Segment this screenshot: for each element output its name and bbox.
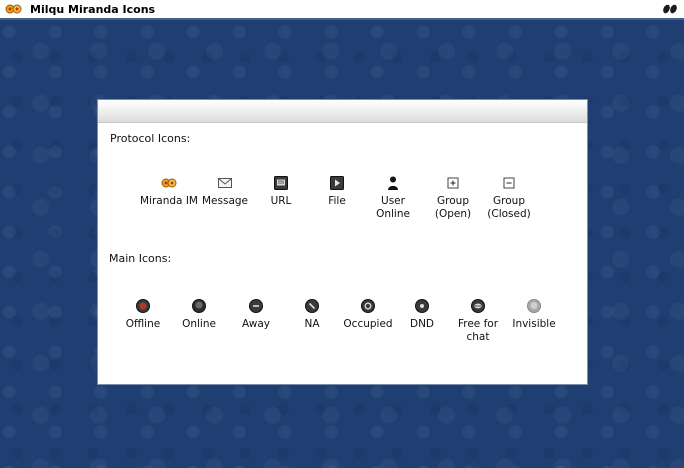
away-status-icon (249, 299, 263, 313)
icon-label: File (328, 195, 346, 207)
protocol-icon-file: File (307, 175, 367, 208)
icon-label: Invisible (512, 318, 556, 330)
window-control-icon[interactable] (662, 4, 678, 14)
miranda-logo-icon (5, 4, 22, 14)
na-status-icon (305, 299, 319, 313)
status-icon-occupied: Occupied (338, 298, 398, 331)
icon-label: DND (409, 318, 435, 330)
user-icon (388, 176, 398, 190)
envelope-icon (218, 178, 232, 188)
status-icon-na: NA (282, 298, 342, 331)
status-icon-invisible: Invisible (504, 298, 564, 331)
invisible-status-icon (527, 299, 541, 313)
status-icon-online: Online (169, 298, 229, 331)
status-icon-offline: Offline (113, 298, 173, 331)
url-icon (274, 176, 288, 190)
protocol-icon-group-closed: Group (Closed) (479, 175, 539, 221)
offline-status-icon (136, 299, 150, 313)
occupied-status-icon (361, 299, 375, 313)
protocol-icon-user-online: User Online (363, 175, 423, 221)
status-icon-dnd: DND (392, 298, 452, 331)
miranda-logo-icon (161, 178, 177, 188)
icon-label: Group (Open) (434, 195, 472, 220)
title-bar: Milqu Miranda Icons (0, 0, 684, 20)
panel-header (98, 100, 587, 123)
status-icon-free-for-chat: Free for chat (448, 298, 508, 344)
file-icon (330, 176, 344, 190)
icon-label: URL (270, 195, 292, 207)
icon-label: Miranda IM (140, 195, 198, 207)
online-status-icon (192, 299, 206, 313)
icon-label: Free for chat (457, 318, 499, 343)
icon-label: Occupied (343, 318, 393, 330)
icon-label: Message (201, 195, 249, 207)
icon-label: Online (182, 318, 216, 330)
main-icons-heading: Main Icons: (109, 252, 172, 265)
protocol-icon-message: Message (195, 175, 255, 208)
window-title: Milqu Miranda Icons (30, 3, 156, 16)
protocol-icon-url: URL (251, 175, 311, 208)
group-open-icon (447, 177, 459, 189)
icon-label: Offline (125, 318, 161, 330)
icon-label: NA (304, 318, 320, 330)
status-icon-away: Away (226, 298, 286, 331)
protocol-icon-miranda-im: Miranda IM (139, 175, 199, 208)
icon-label: Group (Closed) (487, 195, 531, 220)
icon-label: Away (242, 318, 270, 330)
free-for-chat-status-icon (471, 299, 485, 313)
group-closed-icon (503, 177, 515, 189)
icon-preview-panel: Protocol Icons: Miranda IM Message URL F… (97, 99, 588, 385)
protocol-icons-heading: Protocol Icons: (110, 132, 191, 145)
icon-label: User Online (376, 195, 410, 220)
dnd-status-icon (415, 299, 429, 313)
protocol-icon-group-open: Group (Open) (423, 175, 483, 221)
